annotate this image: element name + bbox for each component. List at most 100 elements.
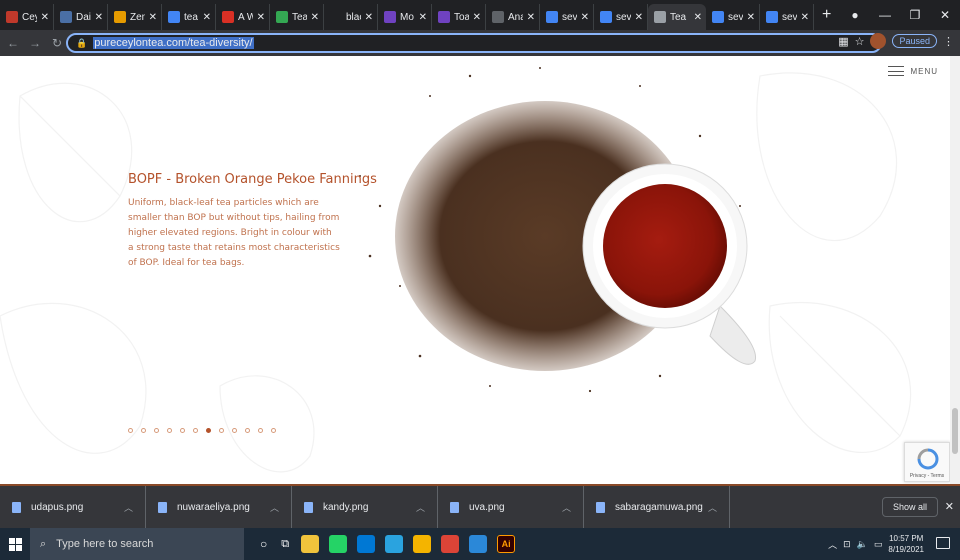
task-view-icon[interactable]: ⧉ — [281, 538, 289, 551]
network-icon[interactable]: ⊡ — [843, 539, 851, 550]
show-all-downloads-button[interactable]: Show all — [881, 497, 938, 517]
bookmark-star-icon[interactable]: ☆ — [855, 35, 865, 48]
vscode-icon[interactable] — [357, 535, 376, 553]
tab-close-icon[interactable]: ✕ — [365, 12, 373, 23]
tab-close-icon[interactable]: ✕ — [747, 12, 755, 23]
avatar[interactable] — [870, 33, 887, 49]
tab-close-icon[interactable]: ✕ — [149, 12, 157, 23]
tab-title: Ana — [508, 11, 523, 23]
pagination-dot[interactable] — [232, 428, 237, 433]
browser-tab[interactable]: Tea ✕ — [270, 4, 324, 30]
browser-tab[interactable]: Tea ✕ — [648, 4, 706, 30]
tab-close-icon[interactable]: ✕ — [694, 12, 702, 23]
close-window-button[interactable]: ✕ — [930, 8, 960, 22]
tab-close-icon[interactable]: ✕ — [801, 12, 809, 23]
tab-close-icon[interactable]: ✕ — [527, 12, 535, 23]
new-tab-button[interactable]: + — [822, 6, 838, 24]
pagination-dot[interactable] — [245, 428, 250, 433]
browser-tab[interactable]: Zen ✕ — [108, 4, 162, 30]
browser-tab[interactable]: Toa ✕ — [432, 4, 486, 30]
tab-favicon-icon — [6, 11, 18, 23]
recaptcha-badge[interactable]: Privacy - Terms — [904, 442, 950, 482]
file-explorer-icon[interactable] — [301, 535, 320, 553]
tray-overflow-icon[interactable]: ︿ — [828, 538, 837, 551]
browser-tab[interactable]: Dail ✕ — [54, 4, 108, 30]
pagination-dot[interactable] — [271, 428, 276, 433]
system-tray: ︿ ⊡ 🔈 ▭ 10:57 PM 8/19/2021 — [828, 528, 924, 560]
telegram-icon[interactable] — [385, 535, 404, 553]
browser-tab[interactable]: sev ✕ — [760, 4, 814, 30]
forward-button[interactable]: → — [26, 36, 44, 50]
tab-close-icon[interactable]: ✕ — [311, 12, 319, 23]
page-scrollbar[interactable] — [950, 56, 960, 486]
tab-close-icon[interactable]: ✕ — [95, 12, 103, 23]
chrome-profile-icon[interactable] — [441, 535, 460, 553]
menu-button[interactable]: MENU — [888, 66, 938, 76]
photos-icon[interactable] — [469, 535, 488, 553]
tab-title: sev — [728, 11, 743, 23]
chrome-icon[interactable] — [413, 535, 432, 553]
browser-tab-strip: Cey✕Dail✕Zen✕tea✕A W✕Tea✕blac✕Mo✕Toa✕Ana… — [0, 0, 960, 30]
tab-close-icon[interactable]: ✕ — [257, 12, 265, 23]
back-button[interactable]: ← — [4, 36, 22, 50]
minimize-button[interactable]: — — [870, 8, 900, 22]
browser-tab[interactable]: tea ✕ — [162, 4, 216, 30]
scrollbar-thumb[interactable] — [952, 408, 958, 454]
pagination-dot[interactable] — [167, 428, 172, 433]
download-item[interactable]: sabaragamuwa.png ︿ — [584, 486, 730, 528]
tab-close-icon[interactable]: ✕ — [419, 12, 427, 23]
browser-tab[interactable]: Cey ✕ — [0, 4, 54, 30]
notification-center-icon[interactable] — [936, 537, 950, 549]
pagination-dot[interactable] — [154, 428, 159, 433]
pagination-dot[interactable] — [128, 428, 133, 433]
tab-close-icon[interactable]: ✕ — [635, 12, 643, 23]
battery-icon[interactable]: ▭ — [874, 539, 883, 550]
start-button[interactable] — [0, 528, 30, 560]
tab-close-icon[interactable]: ✕ — [41, 12, 49, 23]
pagination-dot[interactable] — [141, 428, 146, 433]
chevron-up-icon[interactable]: ︿ — [270, 501, 279, 514]
browser-tab[interactable]: sev ✕ — [540, 4, 594, 30]
tab-favicon-icon — [384, 11, 396, 23]
tab-close-icon[interactable]: ✕ — [581, 12, 589, 23]
chevron-up-icon[interactable]: ︿ — [562, 501, 571, 514]
chevron-up-icon[interactable]: ︿ — [416, 501, 425, 514]
download-item[interactable]: nuwaraeliya.png ︿ — [146, 486, 292, 528]
browser-tab[interactable]: Ana ✕ — [486, 4, 540, 30]
tab-close-icon[interactable]: ✕ — [203, 12, 211, 23]
reload-button[interactable]: ↻ — [48, 36, 66, 50]
tea-title: BOPF - Broken Orange Pekoe Fannings — [128, 172, 377, 187]
browser-tab[interactable]: sev ✕ — [594, 4, 648, 30]
extensions-icon[interactable]: ▦ — [838, 35, 848, 48]
address-bar[interactable]: 🔒 pureceylontea.com/tea-diversity/ — [66, 33, 882, 53]
whatsapp-icon[interactable] — [329, 535, 348, 553]
browser-tab[interactable]: A W ✕ — [216, 4, 270, 30]
close-downloads-icon[interactable]: ✕ — [945, 500, 954, 513]
pagination-dot[interactable] — [180, 428, 185, 433]
pagination-dot[interactable] — [219, 428, 224, 433]
volume-icon[interactable]: 🔈 — [857, 539, 868, 550]
cortana-icon[interactable]: ○ — [260, 537, 267, 551]
browser-tab[interactable]: sev ✕ — [706, 4, 760, 30]
restore-button[interactable]: ❐ — [900, 8, 930, 22]
download-item[interactable]: kandy.png ︿ — [292, 486, 438, 528]
download-item[interactable]: uva.png ︿ — [438, 486, 584, 528]
clock[interactable]: 10:57 PM 8/19/2021 — [888, 533, 924, 555]
browser-tab[interactable]: blac ✕ — [324, 4, 378, 30]
chevron-up-icon[interactable]: ︿ — [708, 501, 717, 514]
kebab-menu-icon[interactable]: ⋮ — [943, 35, 954, 48]
tab-favicon-icon — [168, 11, 180, 23]
pagination-dot[interactable] — [206, 428, 211, 433]
download-item[interactable]: udapus.png ︿ — [0, 486, 146, 528]
pagination-dot[interactable] — [193, 428, 198, 433]
windows-logo-icon — [8, 537, 22, 551]
tab-close-icon[interactable]: ✕ — [473, 12, 481, 23]
illustrator-icon[interactable]: Ai — [497, 535, 516, 553]
profile-status-badge[interactable]: Paused — [892, 34, 937, 48]
taskbar-search-input[interactable]: ⌕ Type here to search — [30, 528, 244, 560]
browser-tab[interactable]: Mo ✕ — [378, 4, 432, 30]
pagination-dot[interactable] — [258, 428, 263, 433]
profile-dot-icon[interactable]: ● — [840, 8, 870, 22]
download-filename: uva.png — [469, 501, 505, 513]
chevron-up-icon[interactable]: ︿ — [124, 501, 133, 514]
